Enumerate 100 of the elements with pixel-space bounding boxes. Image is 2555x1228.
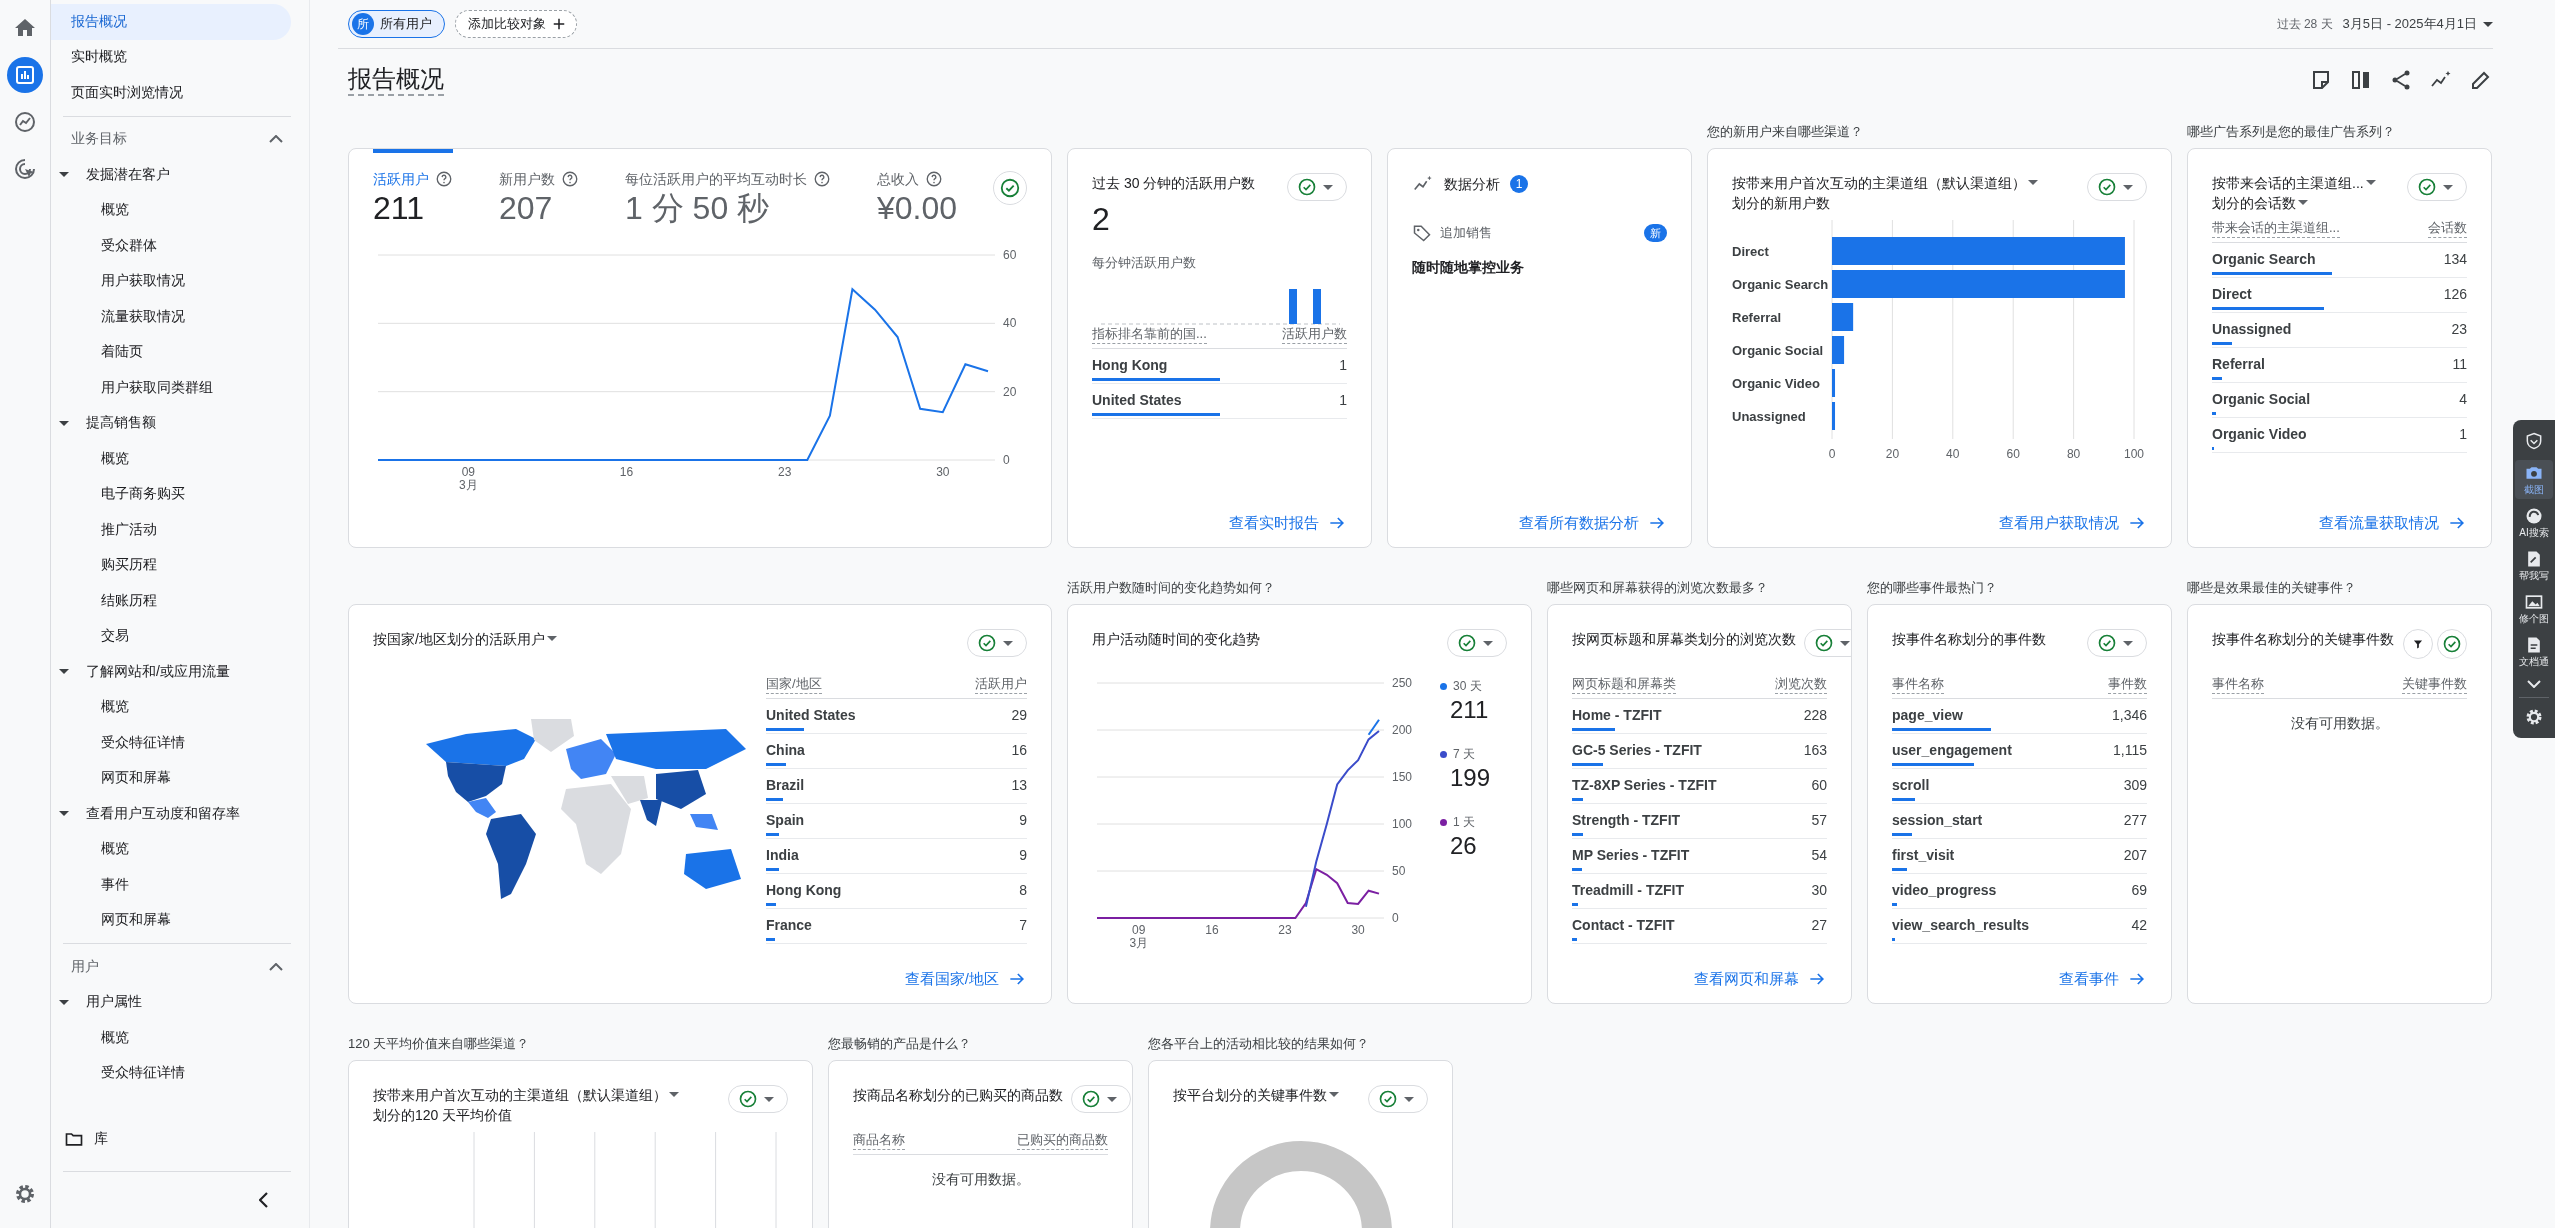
nav-item[interactable]: 网页和屏幕 — [51, 760, 291, 796]
compare-menu-button[interactable] — [728, 1085, 788, 1113]
card-link[interactable]: 查看用户获取情况 — [1999, 513, 2147, 533]
nav-group[interactable]: 了解网站和/或应用流量 — [51, 654, 309, 690]
card-link[interactable]: 查看实时报告 — [1229, 513, 1347, 533]
card-link[interactable]: 查看所有数据分析 — [1519, 513, 1667, 533]
card-link[interactable]: 查看事件 — [2059, 969, 2147, 989]
nav-item[interactable]: 网页和屏幕 — [51, 902, 291, 938]
nav-item[interactable]: 受众特征详情 — [51, 725, 291, 761]
row-value: 57 — [1811, 811, 1827, 830]
nav-item[interactable]: 着陆页 — [51, 334, 291, 370]
nav-group[interactable]: 查看用户互动度和留存率 — [51, 796, 309, 832]
category-label: Organic Search — [1732, 277, 1829, 292]
nav-item[interactable]: 用户获取同类群组 — [51, 370, 291, 406]
nav-item[interactable]: 实时概览 — [51, 39, 291, 75]
nav-item[interactable]: 购买历程 — [51, 547, 291, 583]
card-question: 哪些网页和屏幕获得的浏览次数最多？ — [1547, 580, 1768, 595]
toolbar-item[interactable]: 帮我写 — [2515, 546, 2553, 585]
row-value: 23 — [2451, 320, 2467, 339]
axis-label: 60 — [2006, 447, 2020, 461]
compare-menu-button[interactable] — [1804, 629, 1851, 657]
section-header[interactable]: 用户 — [51, 949, 283, 985]
row-value: 9 — [1019, 811, 1027, 830]
toolbar-item[interactable]: 修个图 — [2515, 589, 2553, 628]
rail-button[interactable] — [7, 57, 43, 93]
toolbar-item[interactable]: 截图 — [2515, 460, 2553, 499]
compare-menu-button[interactable] — [2407, 173, 2467, 201]
nav-item[interactable]: 受众特征详情 — [51, 1055, 291, 1091]
compare-button[interactable] — [2437, 629, 2467, 659]
check-circle-icon — [2097, 177, 2117, 197]
metric-tab[interactable]: 每位活跃用户的平均互动时长 1 分 50 秒 — [625, 149, 831, 226]
nav-item[interactable]: 概览 — [51, 831, 291, 867]
nav-item[interactable]: 交易 — [51, 618, 291, 654]
help-icon — [925, 170, 943, 188]
card-link[interactable]: 查看流量获取情况 — [2319, 513, 2467, 533]
row-value: 11 — [2452, 355, 2467, 374]
nav-item[interactable]: 推广活动 — [51, 512, 291, 548]
compare-menu-button[interactable] — [2087, 629, 2147, 657]
help-icon — [435, 170, 453, 188]
nav-item[interactable]: 概览 — [51, 192, 291, 228]
help-icon — [561, 170, 579, 188]
metric-tab[interactable]: 总收入 ¥0.00 — [877, 149, 958, 226]
row-value: 7 — [1019, 916, 1027, 935]
toolbar-item[interactable]: 文档通 — [2515, 632, 2553, 671]
nav-item[interactable]: 受众群体 — [51, 228, 291, 264]
check-circle-icon — [738, 1089, 758, 1109]
compare-menu-button[interactable] — [1368, 1085, 1428, 1113]
compare-menu-button[interactable] — [967, 629, 1027, 657]
nav-item[interactable]: 报告概况 — [51, 4, 291, 40]
caret-icon — [1003, 640, 1013, 646]
axis-label: 200 — [1392, 723, 1413, 737]
column-header: 事件名称 — [1892, 675, 1944, 694]
card-link[interactable]: 查看网页和屏幕 — [1694, 969, 1827, 989]
nav-item[interactable]: 结账历程 — [51, 583, 291, 619]
axis-label: 16 — [1205, 923, 1219, 937]
library-item[interactable]: 库 — [51, 1121, 309, 1157]
column-header: 浏览次数 — [1775, 675, 1827, 694]
nav-item[interactable]: 概览 — [51, 1020, 291, 1056]
axis-label: 100 — [2124, 447, 2144, 461]
nav-item[interactable]: 流量获取情况 — [51, 299, 291, 335]
filter-button[interactable] — [2403, 629, 2433, 659]
shield-icon — [2524, 431, 2544, 451]
compare-button[interactable] — [993, 171, 1027, 205]
nav-item[interactable]: 页面实时浏览情况 — [51, 75, 291, 111]
metric-tab[interactable]: 新用户数 207 — [499, 149, 579, 226]
nav-item[interactable]: 用户获取情况 — [51, 263, 291, 299]
caret-icon — [1404, 1096, 1414, 1102]
card-title: 按网页标题和屏幕类划分的浏览次数 — [1572, 631, 1796, 647]
row-label: Spain — [766, 811, 806, 830]
nav-item[interactable]: 事件 — [51, 867, 291, 903]
category-label: Organic Social — [1732, 343, 1824, 358]
empty-message: 没有可用数据。 — [930, 1170, 1031, 1189]
nav-group[interactable]: 发掘潜在客户 — [51, 157, 309, 193]
bar-chart-icon — [13, 63, 37, 87]
nav-item[interactable]: 概览 — [51, 689, 291, 725]
row-label: Hong Kong — [1092, 356, 1169, 375]
nav-item[interactable]: 电子商务购买 — [51, 476, 291, 512]
toolbar-item[interactable]: AI搜索 — [2515, 503, 2553, 542]
axis-label: 60 — [1003, 248, 1017, 262]
metric-tab[interactable]: 活跃用户 211 — [373, 149, 453, 226]
axis-label: 250 — [1392, 676, 1413, 690]
add-comparison-button[interactable]: 添加比较对象 — [455, 10, 577, 38]
row-value: 29 — [1011, 706, 1027, 725]
compare-menu-button[interactable] — [1447, 629, 1507, 657]
nav-group[interactable]: 用户属性 — [51, 984, 309, 1020]
insight-title[interactable]: 随时随地掌控业务 — [1412, 257, 1667, 277]
axis-label: 09 3月 — [1129, 923, 1149, 950]
compare-menu-button[interactable] — [1071, 1085, 1131, 1113]
segment-chip[interactable]: 所 所有用户 — [348, 10, 445, 38]
compare-menu-button[interactable] — [1287, 173, 1347, 201]
compare-menu-button[interactable] — [2087, 173, 2147, 201]
nav-item[interactable]: 概览 — [51, 441, 291, 477]
axis-label: 20 — [1003, 384, 1017, 399]
nav-group[interactable]: 提高销售额 — [51, 405, 309, 441]
insight-tag: 追加销售 — [1440, 224, 1636, 242]
row-label: TZ-8XP Series - TZFIT — [1572, 776, 1718, 795]
section-header[interactable]: 业务目标 — [51, 121, 283, 157]
date-range-button[interactable]: 3月5日 - 2025年4月1日 — [2342, 15, 2493, 33]
card-link[interactable]: 查看国家/地区 — [904, 969, 1027, 989]
caret-icon — [1483, 640, 1493, 646]
